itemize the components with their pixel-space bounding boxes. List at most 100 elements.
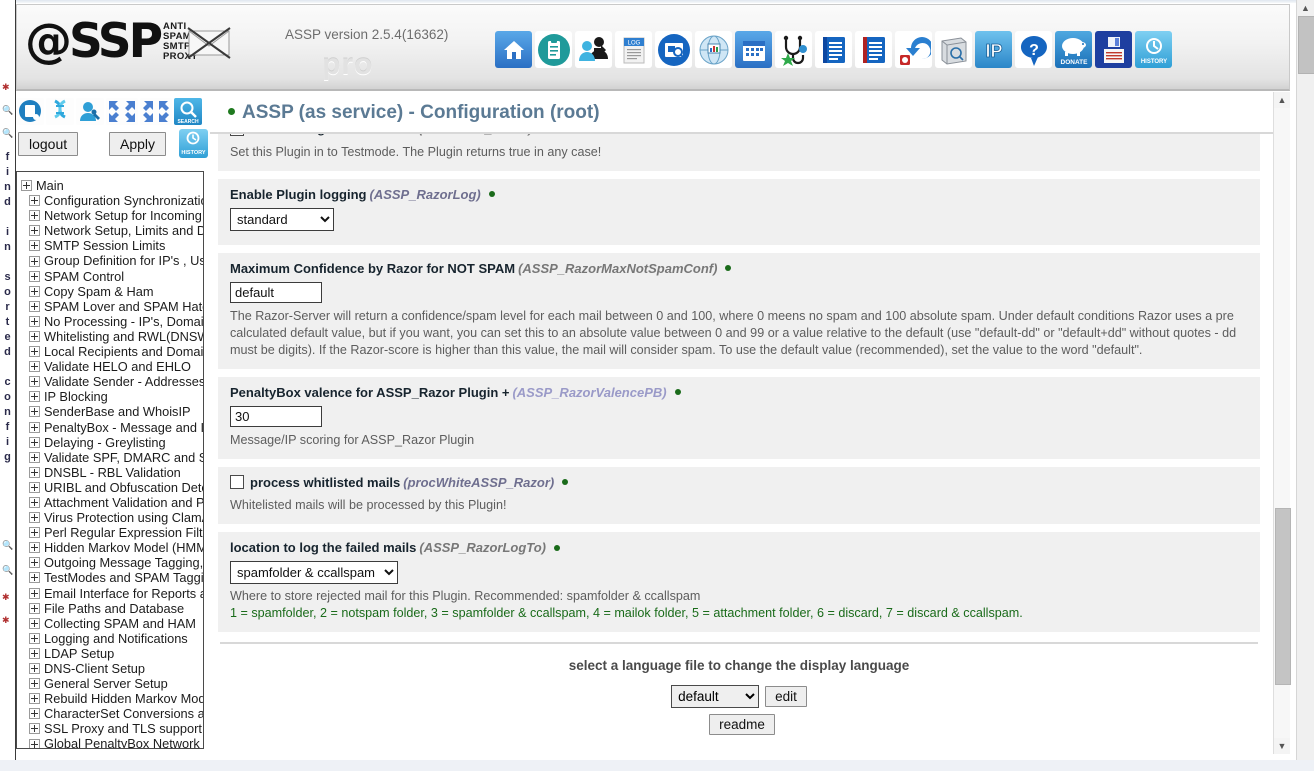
- users-icon[interactable]: [575, 31, 612, 68]
- expand-plus-icon[interactable]: [29, 678, 40, 689]
- expand-plus-icon[interactable]: [29, 648, 40, 659]
- expand-plus-icon[interactable]: [29, 452, 40, 463]
- find-in-sorted-config-strip[interactable]: ✱ 🔍 🔍 find in sorted config 🔍 🔍 ✱ ✱: [0, 0, 16, 760]
- expand-plus-icon[interactable]: [29, 603, 40, 614]
- dna-icon[interactable]: [46, 98, 74, 125]
- sidebar-item-global-penaltybox-network[interactable]: Global PenaltyBox Network: [19, 736, 203, 749]
- search-icon[interactable]: SEARCH: [174, 98, 202, 125]
- readme-button[interactable]: readme: [709, 714, 775, 735]
- window-scroll-up-arrow[interactable]: ▲: [1297, 0, 1314, 16]
- sidebar-item-network-setup-for-incoming-mai[interactable]: Network Setup for Incoming Mai: [19, 208, 203, 223]
- sidebar-item-ssl-proxy-and-tls-support[interactable]: SSL Proxy and TLS support: [19, 721, 203, 736]
- logout-button[interactable]: logout: [18, 132, 78, 156]
- expand-plus-icon[interactable]: [29, 422, 40, 433]
- expand-plus-icon[interactable]: [29, 527, 40, 538]
- expand-plus-icon[interactable]: [29, 708, 40, 719]
- magnifier-icon[interactable]: 🔍: [2, 105, 13, 116]
- sidebar-item-local-recipients-and-domains[interactable]: Local Recipients and Domains: [19, 344, 203, 359]
- setting-text-input[interactable]: [230, 406, 322, 427]
- expand-plus-icon[interactable]: [29, 301, 40, 312]
- language-select[interactable]: default: [671, 685, 759, 708]
- window-scrollbar[interactable]: ▲ ▼: [1296, 0, 1314, 771]
- collapse-all-icon[interactable]: [140, 98, 172, 125]
- configuration-tree[interactable]: MainConfiguration Synchronization aNetwo…: [16, 171, 204, 749]
- expand-plus-icon[interactable]: [29, 240, 40, 251]
- sidebar-item-logging-and-notifications[interactable]: Logging and Notifications: [19, 631, 203, 646]
- expand-plus-icon[interactable]: [29, 633, 40, 644]
- expand-plus-icon[interactable]: [21, 180, 32, 191]
- expand-plus-icon[interactable]: [29, 316, 40, 327]
- history-icon[interactable]: HISTORY: [179, 129, 208, 158]
- sidebar-item-general-server-setup[interactable]: General Server Setup: [19, 676, 203, 691]
- sidebar-item-dnsbl-rbl-validation[interactable]: DNSBL - RBL Validation: [19, 465, 203, 480]
- expand-plus-icon[interactable]: [29, 406, 40, 417]
- setting-select[interactable]: standardoffverboseextended: [230, 208, 334, 231]
- expand-all-icon[interactable]: [106, 98, 138, 125]
- sidebar-item-collecting-spam-and-ham[interactable]: Collecting SPAM and HAM: [19, 616, 203, 631]
- expand-plus-icon[interactable]: [29, 376, 40, 387]
- sidebar-item-group-definition-for-ip-s-users[interactable]: Group Definition for IP's , Users: [19, 253, 203, 268]
- clipboard-icon[interactable]: [535, 31, 572, 68]
- calendar-icon[interactable]: [735, 31, 772, 68]
- scroll-up-arrow[interactable]: ▲: [1274, 92, 1290, 108]
- sidebar-item-validate-spf-dmarc-and-srs[interactable]: Validate SPF, DMARC and SRS: [19, 450, 203, 465]
- expand-plus-icon[interactable]: [29, 497, 40, 508]
- expand-plus-icon[interactable]: [29, 572, 40, 583]
- expand-plus-icon[interactable]: [29, 693, 40, 704]
- undo-icon[interactable]: [895, 31, 932, 68]
- expand-plus-icon[interactable]: [29, 739, 40, 749]
- globe-stats-icon[interactable]: [695, 31, 732, 68]
- sidebar-item-spam-lover-and-spam-hater[interactable]: SPAM Lover and SPAM Hater: [19, 299, 203, 314]
- history-icon[interactable]: HISTORY: [1135, 31, 1172, 68]
- sidebar-item-configuration-synchronization-a[interactable]: Configuration Synchronization a: [19, 193, 203, 208]
- sidebar-item-characterset-conversions-and[interactable]: CharacterSet Conversions and: [19, 706, 203, 721]
- apply-button[interactable]: Apply: [109, 132, 166, 156]
- expand-plus-icon[interactable]: [29, 482, 40, 493]
- sidebar-item-email-interface-for-reports-and[interactable]: Email Interface for Reports and: [19, 586, 203, 601]
- stethoscope-icon[interactable]: [775, 31, 812, 68]
- help-icon[interactable]: ?: [1015, 31, 1052, 68]
- sidebar-item-copy-spam-ham[interactable]: Copy Spam & Ham: [19, 284, 203, 299]
- expand-plus-icon[interactable]: [29, 557, 40, 568]
- sidebar-item-rebuild-hidden-markov-model-a[interactable]: Rebuild Hidden Markov Model a: [19, 691, 203, 706]
- user-tools-icon[interactable]: [76, 98, 104, 125]
- sidebar-item-outgoing-message-tagging-nd[interactable]: Outgoing Message Tagging, ND: [19, 555, 203, 570]
- scrollbar-thumb[interactable]: [1275, 508, 1291, 685]
- expand-plus-icon[interactable]: [29, 437, 40, 448]
- log-icon[interactable]: LOG: [615, 31, 652, 68]
- expand-plus-icon[interactable]: [29, 512, 40, 523]
- sidebar-item-smtp-session-limits[interactable]: SMTP Session Limits: [19, 238, 203, 253]
- expand-plus-icon[interactable]: [29, 271, 40, 282]
- expand-plus-icon[interactable]: [29, 361, 40, 372]
- book-icon[interactable]: [935, 31, 972, 68]
- sidebar-item-spam-control[interactable]: SPAM Control: [19, 269, 203, 284]
- expand-plus-icon[interactable]: [29, 195, 40, 206]
- expand-plus-icon[interactable]: [29, 331, 40, 342]
- donate-icon[interactable]: DONATE: [1055, 31, 1092, 68]
- config-icon[interactable]: [16, 98, 44, 125]
- magnifier-icon[interactable]: 🔍: [2, 128, 13, 139]
- expand-plus-icon[interactable]: [29, 256, 40, 267]
- sidebar-item-validate-helo-and-ehlo[interactable]: Validate HELO and EHLO: [19, 359, 203, 374]
- setting-checkbox[interactable]: [230, 475, 244, 489]
- sidebar-item-ip-blocking[interactable]: IP Blocking: [19, 389, 203, 404]
- magnifier-icon[interactable]: 🔍: [2, 540, 13, 551]
- assp-logo[interactable]: @SSP ANTI SPAM SMTP PROXY: [25, 19, 198, 65]
- sidebar-item-file-paths-and-database[interactable]: File Paths and Database: [19, 601, 203, 616]
- search-mail-icon[interactable]: [655, 31, 692, 68]
- expand-plus-icon[interactable]: [29, 723, 40, 734]
- edit-button[interactable]: edit: [765, 686, 807, 707]
- sidebar-item-testmodes-and-spam-tagging[interactable]: TestModes and SPAM Tagging: [19, 570, 203, 585]
- save-icon[interactable]: [1095, 31, 1132, 68]
- sidebar-item-network-setup-limits-and-dkim[interactable]: Network Setup, Limits and DKIM: [19, 223, 203, 238]
- sidebar-item-senderbase-and-whoisip[interactable]: SenderBase and WhoisIP: [19, 404, 203, 419]
- setting-select[interactable]: spamfoldernotspam folderspamfolder & cca…: [230, 561, 398, 584]
- settings-scroll-area[interactable]: Set the Plugin in Testmode(TestASSP_Razo…: [210, 134, 1290, 748]
- expand-plus-icon[interactable]: [29, 210, 40, 221]
- blue-notebook-icon[interactable]: [815, 31, 852, 68]
- ip-icon[interactable]: IP: [975, 31, 1012, 68]
- sidebar-item-validate-sender-addresses-d[interactable]: Validate Sender - Addresses, D: [19, 374, 203, 389]
- scroll-down-arrow[interactable]: ▼: [1274, 738, 1290, 754]
- setting-checkbox[interactable]: [230, 134, 244, 136]
- expand-plus-icon[interactable]: [29, 542, 40, 553]
